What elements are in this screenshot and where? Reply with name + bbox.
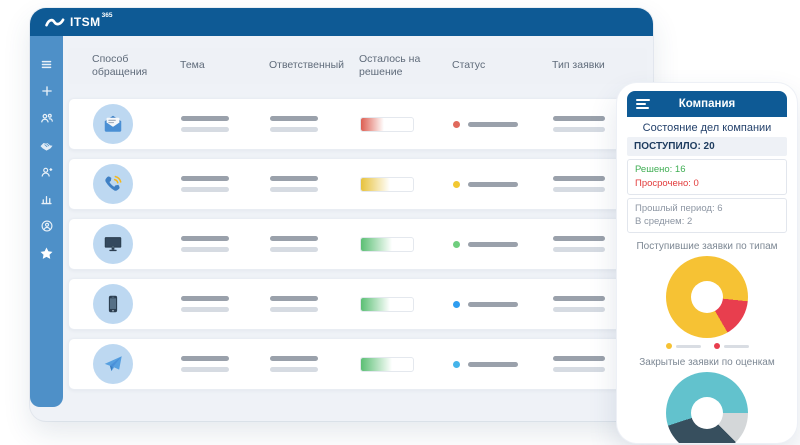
stats-icon[interactable] [39, 191, 55, 207]
donut-hole [691, 281, 723, 314]
table-row[interactable] [68, 218, 647, 270]
resolved-overdue-box: Решено: 16 Просрочено: 0 [627, 159, 787, 195]
chart-title-incoming: Поступившие заявки по типам [636, 241, 778, 253]
period-box: Прошлый период: 6 В среднем: 2 [627, 197, 787, 234]
status-dot [453, 180, 460, 188]
table-row[interactable] [68, 98, 647, 150]
donut-hole [691, 397, 723, 430]
table-row[interactable] [68, 158, 647, 210]
channel-badge [93, 344, 133, 384]
itsm-logo-icon [45, 18, 65, 26]
phone-icon [105, 175, 122, 191]
legend-item [713, 343, 749, 350]
monitor-icon [104, 237, 122, 252]
page-background: ITSM365 Способ обращения Тема Ответствен… [0, 0, 800, 445]
time-left-progress [360, 356, 414, 372]
chart-title-closed: Закрытые заявки по оценкам [639, 357, 775, 369]
incoming-requests-donut-chart[interactable] [666, 256, 748, 339]
logo-superscript: 365 [101, 11, 113, 19]
column-header-assignee: Ответственный [269, 59, 344, 72]
status-dot [453, 240, 460, 248]
add-icon[interactable] [39, 83, 55, 99]
desktop-window: ITSM365 Способ обращения Тема Ответствен… [30, 8, 653, 421]
overdue-counter: Просрочено: 0 [635, 177, 699, 189]
column-header-status: Статус [452, 59, 486, 72]
channel-badge [93, 104, 133, 144]
menu-icon[interactable] [39, 56, 55, 72]
time-left-progress [360, 176, 414, 192]
chart-legend [627, 343, 787, 350]
column-header-type: Тип заявки [552, 59, 605, 72]
table-rows [68, 98, 647, 390]
requests-table: Способ обращения Тема Ответственный Оста… [63, 36, 653, 421]
paper-plane-icon [104, 356, 122, 372]
user-add-icon[interactable] [39, 164, 55, 180]
status-placeholder [468, 121, 518, 127]
status-dot [453, 360, 460, 368]
favorites-icon[interactable] [39, 245, 55, 261]
average-counter: В среднем: 2 [635, 216, 693, 228]
app-header: ITSM365 [30, 8, 653, 36]
mobile-title: Компания [678, 98, 736, 110]
handshake-icon[interactable] [39, 137, 55, 153]
time-left-progress [360, 236, 414, 252]
column-header-time-left: Осталось на решение [359, 52, 421, 78]
logo-text: ITSM [70, 15, 101, 29]
mail-icon [104, 115, 122, 132]
smartphone-icon [108, 295, 118, 313]
assignee-placeholder [270, 116, 318, 121]
legend-dot [713, 343, 720, 350]
company-state-title: Состояние дел компании [642, 122, 772, 134]
table-row[interactable] [68, 338, 647, 390]
resolved-counter: Решено: 16 [635, 164, 686, 175]
subject-placeholder [181, 116, 229, 121]
time-left-progress [360, 296, 414, 312]
sidebar-nav [30, 36, 63, 407]
window-body: Способ обращения Тема Ответственный Оста… [30, 36, 653, 421]
menu-icon[interactable] [636, 99, 650, 111]
mobile-header: Компания [627, 91, 787, 117]
column-header-channel: Способ обращения [92, 52, 148, 78]
legend-item [665, 343, 701, 350]
closed-requests-donut-chart[interactable] [666, 372, 748, 443]
time-left-progress [360, 116, 414, 132]
app-logo[interactable]: ITSM365 [45, 11, 113, 31]
status-dot [453, 120, 460, 128]
column-header-subject: Тема [180, 59, 205, 72]
team-icon[interactable] [39, 110, 55, 126]
table-row[interactable] [68, 278, 647, 330]
channel-badge [93, 224, 133, 264]
legend-dot [665, 343, 672, 350]
previous-period-counter: Прошлый период: 6 [635, 202, 723, 214]
mobile-panel: Компания Состояние дел компании ПОСТУПИЛ… [617, 83, 797, 443]
table-header: Способ обращения Тема Ответственный Оста… [68, 48, 647, 84]
type-placeholder [553, 116, 605, 121]
status-dot [453, 300, 460, 308]
profile-icon[interactable] [39, 218, 55, 234]
channel-badge [93, 284, 133, 324]
received-counter: ПОСТУПИЛО: 20 [627, 137, 787, 156]
channel-badge [93, 164, 133, 204]
